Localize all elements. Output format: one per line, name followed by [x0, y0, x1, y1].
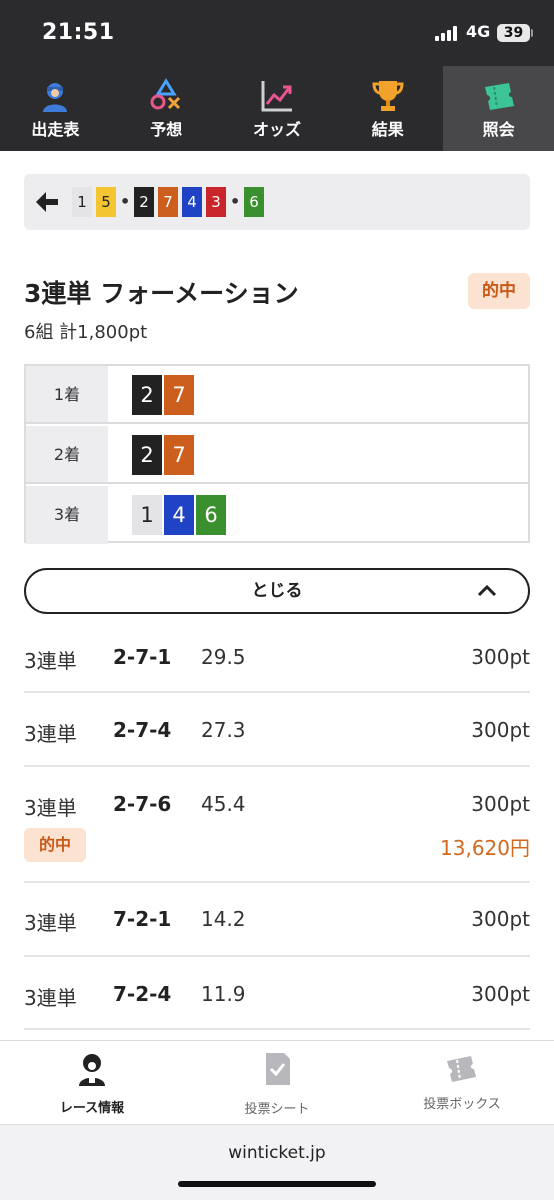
bike-number-chip: 4 [164, 495, 194, 535]
bet-subtitle: 6組 計1,800pt [24, 322, 148, 343]
divider [24, 765, 530, 767]
close-button-label: とじる [251, 581, 303, 601]
bike-number-chip: 2 [132, 375, 162, 415]
bet-combo: 2-7-6 [113, 792, 172, 816]
position-label: 2着 [26, 426, 108, 482]
bet-type: 3連単 [24, 722, 77, 746]
bottom-nav: レース情報 投票シート 投票ボックス [0, 1040, 554, 1124]
ticket-summary: 1 5 • 2 7 4 3 • 6 [24, 174, 530, 230]
divider [24, 1028, 530, 1030]
separator-dot: • [120, 192, 131, 211]
divider [24, 881, 530, 883]
url-text: winticket.jp [228, 1143, 326, 1163]
trend-chart-icon [261, 81, 292, 112]
formation-row: 3着 1 4 6 [26, 486, 528, 544]
tab-inquiry[interactable]: 照会 [443, 66, 554, 151]
ticket-box-icon [447, 1056, 476, 1082]
tab-label: オッズ [252, 120, 301, 139]
divider [24, 955, 530, 957]
tab-label: 出走表 [31, 120, 80, 139]
trophy-icon [372, 81, 404, 111]
bike-number-chip: 6 [196, 495, 226, 535]
bike-number-chip: 2 [132, 435, 162, 475]
battery-tip [531, 29, 533, 37]
bike-number-chip: 4 [182, 187, 202, 217]
bike-number-chip: 7 [164, 375, 194, 415]
tab-label: 予想 [150, 120, 183, 139]
bet-amount: 300pt [471, 982, 530, 1006]
bet-combo: 7-2-1 [113, 907, 172, 931]
top-nav: 出走表 予想 オッズ 結果 照会 [0, 66, 554, 151]
bike-number-chip: 7 [164, 435, 194, 475]
bet-odds: 27.3 [201, 718, 246, 742]
tab-label: 結果 [371, 120, 404, 139]
bet-combo: 7-2-4 [113, 982, 172, 1006]
bet-amount: 300pt [471, 718, 530, 742]
bike-number-chip: 6 [244, 187, 264, 217]
formation-row: 2着 2 7 [26, 426, 528, 484]
bet-odds: 14.2 [201, 907, 246, 931]
formation-table: 1着 2 7 2着 2 7 3着 1 4 6 [24, 364, 530, 544]
formation-row: 1着 2 7 [26, 366, 528, 424]
racer-icon [79, 1054, 105, 1086]
tab-prediction[interactable]: 予想 [111, 66, 222, 151]
battery-icon: 39 [497, 24, 530, 42]
hit-badge: 的中 [24, 828, 86, 862]
tab-results[interactable]: 結果 [332, 66, 443, 151]
bet-amount: 300pt [471, 907, 530, 931]
status-bar: 21:51 4G 39 [0, 0, 554, 66]
home-indicator[interactable] [178, 1181, 376, 1187]
bet-type: 3連単 [24, 649, 77, 673]
tab-entries[interactable]: 出走表 [0, 66, 111, 151]
bike-number-chip: 1 [72, 187, 92, 217]
chevron-up-icon [477, 584, 497, 597]
bike-number-chip: 3 [206, 187, 226, 217]
ticket-icon [484, 83, 514, 110]
bike-number-chip: 7 [158, 187, 178, 217]
separator-dot: • [230, 192, 241, 211]
hit-badge: 的中 [468, 273, 530, 309]
bet-type: 3連単 [24, 796, 77, 820]
status-time: 21:51 [42, 20, 115, 45]
nav-bet-box[interactable]: 投票ボックス [370, 1041, 554, 1125]
bet-combo: 2-7-1 [113, 645, 172, 669]
nav-bet-sheet[interactable]: 投票シート [185, 1041, 369, 1125]
bet-odds: 11.9 [201, 982, 246, 1006]
arrow-left-icon[interactable] [34, 190, 60, 214]
bike-number-chip: 5 [96, 187, 116, 217]
network-type: 4G [466, 22, 491, 41]
position-label: 3着 [26, 486, 108, 544]
shapes-icon [150, 78, 181, 110]
nav-label: 投票ボックス [423, 1097, 501, 1112]
browser-url-bar[interactable]: winticket.jp [0, 1124, 554, 1200]
bike-number-chip: 2 [134, 187, 154, 217]
bet-amount: 300pt [471, 645, 530, 669]
bet-title: 3連単 フォーメーション [24, 279, 299, 308]
tab-label: 照会 [482, 120, 515, 139]
bet-odds: 45.4 [201, 792, 246, 816]
bet-type: 3連単 [24, 911, 77, 935]
bike-number-chip: 1 [132, 495, 162, 535]
position-label: 1着 [26, 366, 108, 422]
bet-type: 3連単 [24, 986, 77, 1010]
bet-odds: 29.5 [201, 645, 246, 669]
bet-combo: 2-7-4 [113, 718, 172, 742]
nav-label: 投票シート [244, 1102, 310, 1117]
divider [24, 691, 530, 693]
payout-amount: 13,620円 [440, 836, 530, 860]
nav-race-info[interactable]: レース情報 [0, 1041, 184, 1125]
close-button[interactable]: とじる [24, 568, 530, 614]
bet-amount: 300pt [471, 792, 530, 816]
racer-icon [43, 83, 68, 112]
nav-label: レース情報 [59, 1101, 125, 1116]
tab-odds[interactable]: オッズ [222, 66, 333, 151]
checked-sheet-icon [266, 1053, 290, 1085]
signal-icon [435, 25, 461, 41]
